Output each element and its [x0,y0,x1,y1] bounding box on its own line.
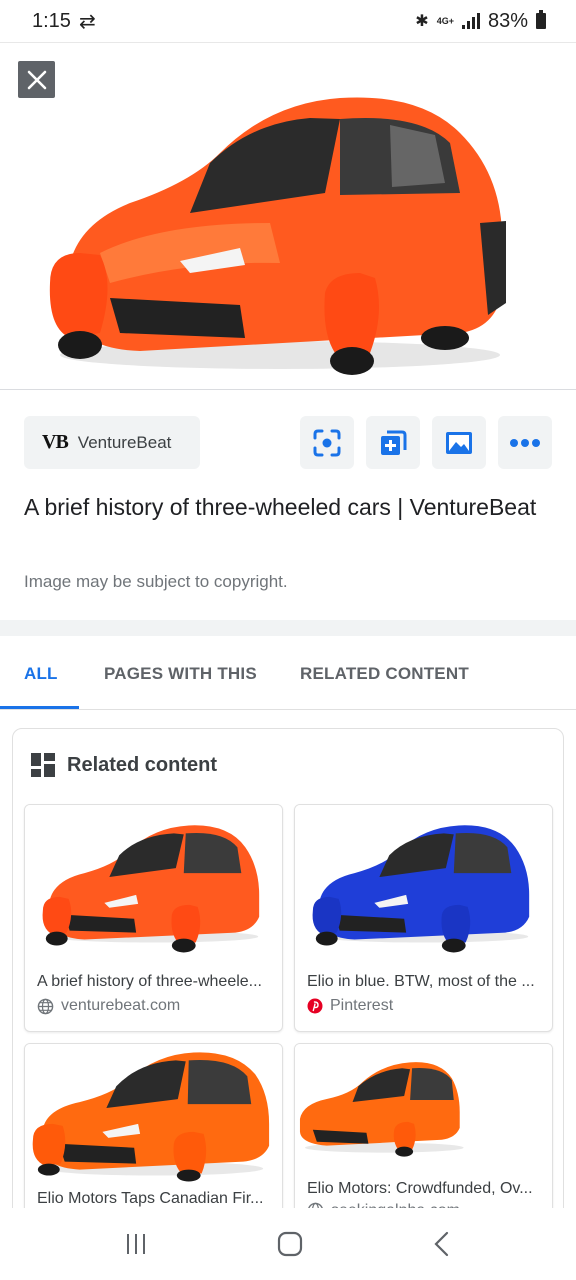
related-item[interactable]: Elio Motors Taps Canadian Fir... [24,1043,283,1233]
data-sync-icon: ⇄ [78,10,96,33]
related-item[interactable]: A brief history of three-wheele... ventu… [24,804,283,1032]
tab-all[interactable]: ALL [24,664,58,684]
tab-related-content[interactable]: RELATED CONTENT [300,664,469,684]
car-image [49,97,506,375]
image-preview[interactable] [0,42,576,390]
related-content-card: Related content A brief history of three… [12,728,564,1233]
thumbnail-image [25,805,282,961]
add-to-collection-icon [381,430,407,455]
related-item-source: venturebeat.com [25,995,282,1017]
related-item-source: Pinterest [295,995,552,1017]
back-icon[interactable] [432,1231,452,1257]
dashboard-icon [31,753,55,777]
thumbnail-image [295,1044,552,1164]
signal-icon [461,13,480,29]
related-content-heading: Related content [67,753,218,776]
lens-button[interactable] [300,416,354,469]
source-chip[interactable]: VB VentureBeat [24,416,200,469]
globe-icon [37,998,54,1014]
battery-icon [536,10,546,29]
related-item-caption: A brief history of three-wheele... [37,973,262,990]
more-options-button[interactable] [498,416,552,469]
image-icon [446,431,472,454]
status-bar: 1:15 ⇄ ✱ 4G+ 83% [0,0,576,42]
section-divider [0,620,576,636]
network-type: 4G+ [436,15,454,26]
home-icon[interactable] [277,1231,303,1257]
thumbnail-image [25,1044,282,1184]
tab-bar: ALL PAGES WITH THIS RELATED CONTENT [0,636,576,710]
more-icon [510,438,540,447]
related-item-caption: Elio Motors: Crowdfunded, Ov... [307,1180,533,1197]
related-item-caption: Elio Motors Taps Canadian Fir... [37,1190,264,1207]
thumbnail-image [295,805,552,961]
source-domain: Pinterest [330,997,394,1014]
pinterest-icon [307,998,323,1014]
related-item-caption: Elio in blue. BTW, most of the ... [307,973,535,990]
bluetooth-icon: ✱ [415,13,429,30]
active-tab-indicator [0,706,79,709]
system-navigation-bar [0,1208,576,1280]
result-title[interactable]: A brief history of three-wheeled cars | … [24,490,544,524]
recent-apps-icon[interactable] [124,1232,148,1256]
tab-pages-with-this[interactable]: PAGES WITH THIS [104,664,257,684]
copyright-notice: Image may be subject to copyright. [24,572,288,591]
add-to-collection-button[interactable] [366,416,420,469]
source-domain: venturebeat.com [61,997,181,1014]
venturebeat-logo: VB [42,431,69,453]
related-item[interactable]: Elio Motors: Crowdfunded, Ov... seekinga… [294,1043,553,1233]
clock: 1:15 [32,9,71,32]
battery-percent: 83% [487,9,528,32]
image-search-button[interactable] [432,416,486,469]
source-name: VentureBeat [77,432,172,452]
related-item[interactable]: Elio in blue. BTW, most of the ... Pinte… [294,804,553,1032]
lens-icon [313,429,341,456]
